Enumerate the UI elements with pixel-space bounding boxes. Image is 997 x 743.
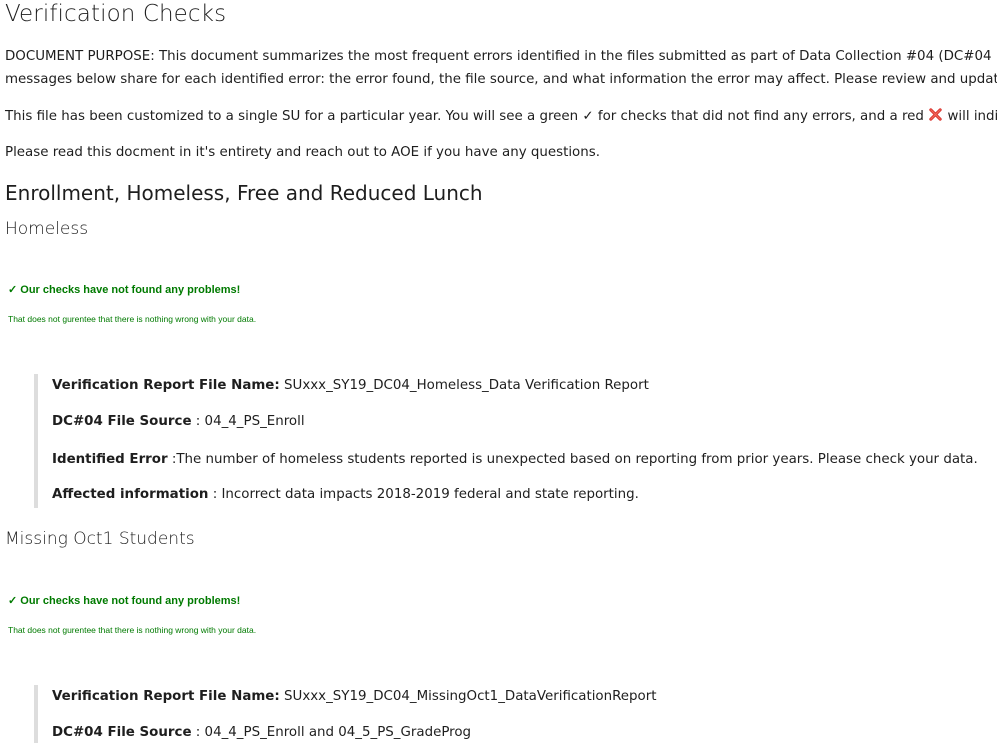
section-title: Enrollment, Homeless, Free and Reduced L… [5, 181, 483, 205]
check-ok-message: ✓ Our checks have not found any problems… [8, 284, 241, 296]
detail-file-name-label: Verification Report File Name: [52, 378, 280, 393]
detail-file-name: Verification Report File Name: SUxxx_SY1… [52, 378, 649, 393]
document-purpose-line-1: DOCUMENT PURPOSE: This document summariz… [5, 49, 997, 64]
detail-file-source-value: : 04_4_PS_Enroll and 04_5_PS_GradeProg [191, 725, 472, 740]
customization-note: This file has been customized to a singl… [5, 105, 997, 128]
check-heading-missing-oct1: Missing Oct1 Students [5, 529, 195, 549]
customization-note-text-end: will indicate that you f [947, 109, 997, 124]
detail-file-name: Verification Report File Name: SUxxx_SY1… [52, 689, 657, 704]
check-ok-disclaimer: That does not gurentee that there is not… [8, 314, 257, 324]
detail-file-source: DC#04 File Source : 04_4_PS_Enroll and 0… [52, 725, 471, 740]
detail-file-source-label: DC#04 File Source [52, 725, 192, 740]
detail-affected-information: Affected information : Incorrect data im… [52, 487, 639, 502]
detail-file-source-value: : 04_4_PS_Enroll [191, 414, 305, 429]
detail-file-name-value: SUxxx_SY19_DC04_MissingOct1_DataVerifica… [284, 689, 657, 704]
detail-identified-error-label: Identified Error [52, 452, 168, 467]
check-heading-homeless: Homeless [5, 219, 89, 239]
red-x-icon [929, 108, 942, 121]
check-ok-disclaimer: That does not gurentee that there is not… [8, 625, 257, 635]
customization-note-text: This file has been customized to a singl… [5, 109, 924, 124]
detail-file-name-label: Verification Report File Name: [52, 689, 280, 704]
detail-file-source: DC#04 File Source : 04_4_PS_Enroll [52, 414, 305, 429]
detail-file-name-value: SUxxx_SY19_DC04_Homeless_Data Verificati… [284, 378, 649, 393]
document-page: Verification Checks DOCUMENT PURPOSE: Th… [0, 0, 997, 743]
document-purpose-line-2: messages below share for each identified… [5, 72, 997, 87]
check-details-missing-oct1: Verification Report File Name: SUxxx_SY1… [34, 685, 997, 743]
read-note: Please read this docment in it's entiret… [5, 145, 600, 160]
detail-affected-information-value: : Incorrect data impacts 2018-2019 feder… [208, 487, 639, 502]
check-ok-message: ✓ Our checks have not found any problems… [8, 595, 241, 607]
detail-identified-error: Identified Error :The number of homeless… [52, 452, 978, 467]
detail-file-source-label: DC#04 File Source [52, 414, 192, 429]
page-title: Verification Checks [5, 1, 227, 27]
check-details-homeless: Verification Report File Name: SUxxx_SY1… [34, 374, 997, 508]
detail-identified-error-value: :The number of homeless students reporte… [167, 452, 978, 467]
detail-affected-information-label: Affected information [52, 487, 209, 502]
